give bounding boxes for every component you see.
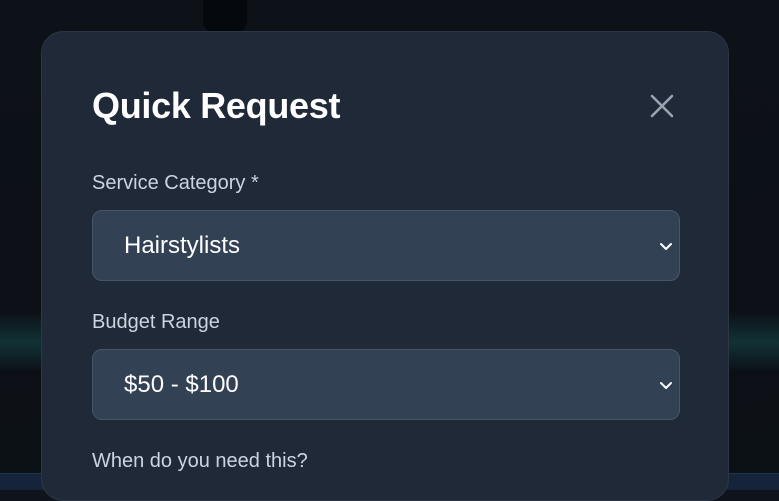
service-category-select[interactable]: Hairstylists: [92, 210, 680, 281]
service-category-label: Service Category *: [92, 172, 259, 194]
close-button[interactable]: [646, 90, 678, 122]
quick-request-modal: Quick Request Service Category * Hairsty…: [41, 31, 729, 501]
close-icon: [650, 94, 674, 118]
chevron-down-icon: [660, 243, 672, 250]
chevron-down-icon: [660, 382, 672, 389]
budget-range-value: $50 - $100: [124, 371, 239, 398]
timing-label: When do you need this?: [92, 450, 308, 472]
budget-range-label: Budget Range: [92, 311, 220, 333]
budget-range-select[interactable]: $50 - $100: [92, 349, 680, 420]
service-category-value: Hairstylists: [124, 232, 241, 259]
modal-title: Quick Request: [92, 85, 341, 126]
background-shape: [203, 0, 247, 32]
